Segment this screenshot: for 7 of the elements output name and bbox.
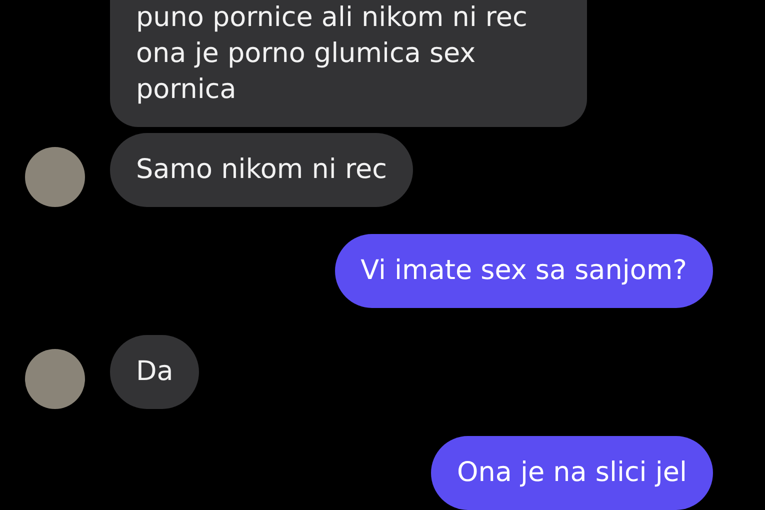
message-text: Da bbox=[136, 355, 174, 389]
message-text: Samo nikom ni rec bbox=[136, 153, 387, 187]
message-text: Ona je na slici jel bbox=[456, 456, 687, 490]
message-text: puno pornice ali nikom ni rec bbox=[136, 1, 528, 35]
message-text: ona je porno glumica sex bbox=[136, 37, 477, 71]
message-text: pornica bbox=[136, 73, 238, 107]
message-text: Vi imate sex sa sanjom? bbox=[360, 254, 687, 288]
